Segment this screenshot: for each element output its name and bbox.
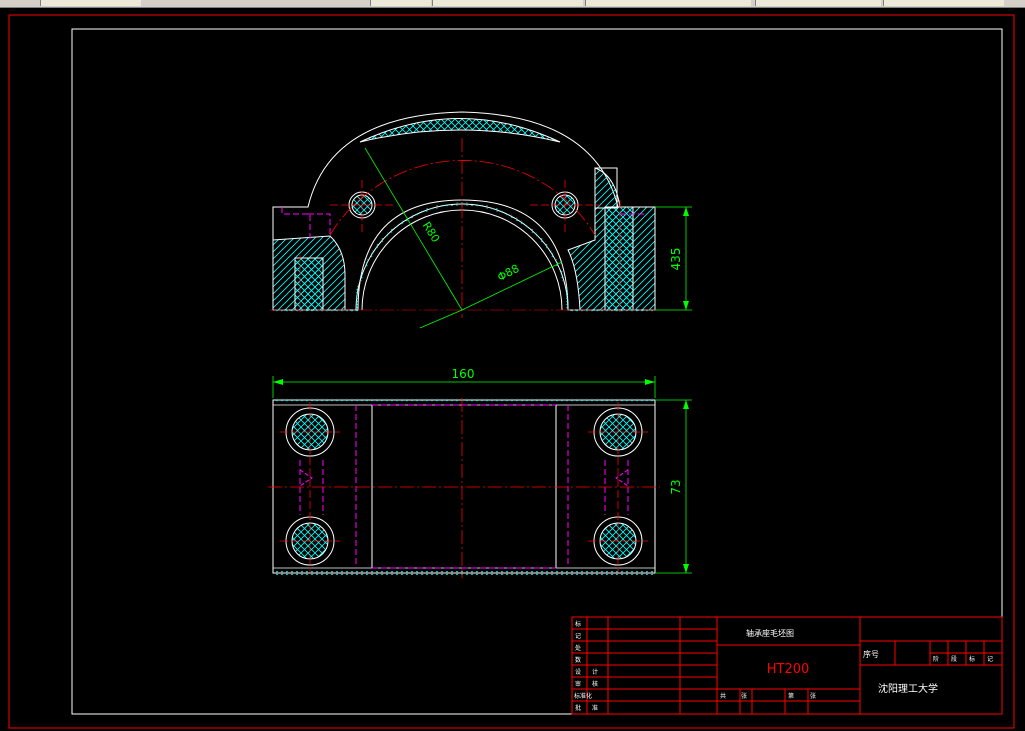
toolbar-segment[interactable]	[755, 0, 881, 6]
front-view	[270, 111, 692, 329]
scale-label: 标	[969, 655, 975, 663]
row-label: 准	[592, 704, 598, 712]
material-label: HT200	[767, 662, 810, 677]
dimension-diameter: Φ88	[495, 262, 521, 284]
scale-label: 段	[951, 655, 957, 663]
title-block-row-labels: 标 记 处 数 设 计 审 核 标准化 批 准	[574, 620, 598, 712]
toolbar-segment[interactable]	[585, 0, 751, 6]
toolbar-segment[interactable]	[883, 0, 1004, 6]
row-label: 批	[575, 704, 581, 712]
row-label: 审	[575, 680, 581, 688]
title-block-bottom-labels: 共 张 第 张	[720, 692, 816, 700]
scale-label: 记	[987, 656, 993, 663]
dimension-height-plan: 73	[669, 479, 683, 494]
bottom-label: 张	[741, 692, 747, 700]
sheet-border	[8, 14, 1015, 729]
bottom-label: 第	[788, 692, 794, 700]
drawing-frame	[71, 28, 1003, 715]
bottom-label: 共	[720, 692, 726, 700]
dimension-width: 160	[452, 367, 475, 381]
cad-drawing-canvas[interactable]: 435 R80 Φ88 160 73 轴承座毛坯图 HT200 沈阳理工大学 序…	[0, 8, 1025, 731]
row-label: 标	[575, 620, 581, 628]
toolbar-segment[interactable]	[40, 0, 141, 6]
school-name: 沈阳理工大学	[878, 682, 938, 695]
part-name: 轴承座毛坯图	[746, 628, 794, 638]
row-label: 记	[575, 633, 581, 640]
row-label: 标准化	[574, 692, 592, 700]
scale-label: 阶	[933, 655, 939, 663]
dimension-radius: R80	[420, 220, 442, 245]
plan-view	[268, 376, 692, 578]
row-label: 设	[575, 668, 581, 676]
toolbar-strip	[0, 0, 1025, 8]
row-label: 处	[575, 644, 581, 652]
row-label: 核	[592, 680, 598, 688]
toolbar-segment[interactable]	[370, 0, 431, 6]
row-label: 数	[575, 656, 581, 664]
seq-label: 序号	[863, 649, 879, 659]
toolbar-segment[interactable]	[432, 0, 583, 6]
dimension-height-front: 435	[669, 248, 683, 271]
row-label: 计	[592, 668, 598, 676]
bottom-label: 张	[810, 692, 816, 700]
